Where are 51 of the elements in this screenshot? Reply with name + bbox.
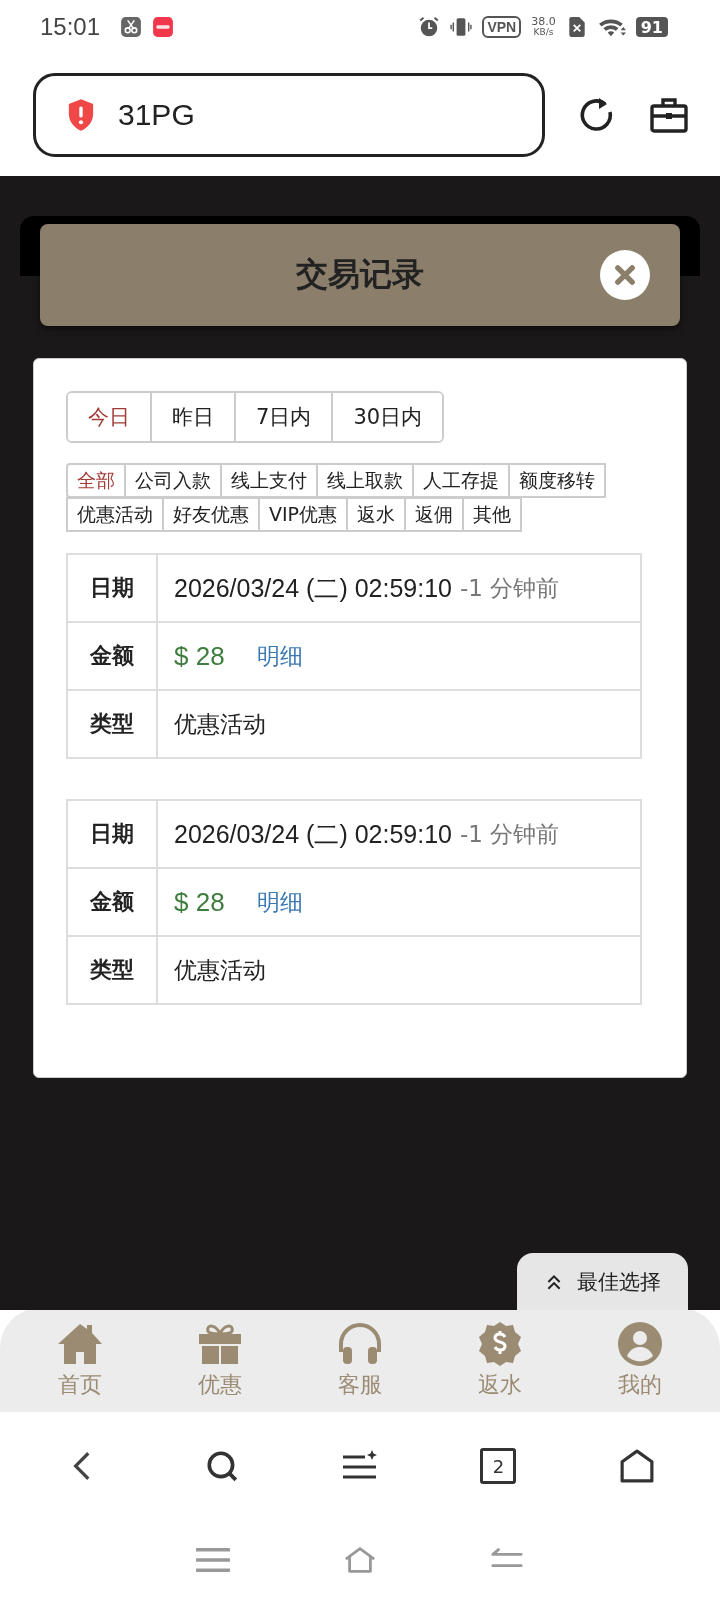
warning-shield-icon (66, 98, 96, 132)
network-speed: 38.0 (531, 17, 556, 27)
date-text: 2026/03/24 (二) 02:59:10 (174, 818, 452, 850)
speed-unit: KB/s (533, 27, 554, 37)
address-text: 31PG (118, 98, 195, 132)
date-text: 2026/03/24 (二) 02:59:10 (174, 572, 452, 604)
type-filter-tab[interactable]: 其他 (462, 497, 523, 532)
detail-link[interactable]: 明细 (256, 640, 303, 672)
amount-text: $ 28 (174, 886, 225, 918)
field-label: 日期 (68, 801, 158, 867)
address-field[interactable]: 31PG (33, 73, 545, 157)
app-icon (152, 16, 175, 38)
type-filter-tab[interactable]: 公司入款 (124, 463, 222, 498)
toolbox-icon[interactable] (649, 95, 689, 135)
type-filter-tab[interactable]: 优惠活动 (66, 497, 164, 532)
scissors-icon (120, 16, 143, 38)
close-button[interactable] (600, 250, 650, 300)
type-filter-tab[interactable]: 返水 (346, 497, 407, 532)
battery-level: 91 (640, 17, 663, 37)
field-label: 类型 (68, 937, 158, 1003)
type-filter-tab[interactable]: 好友优惠 (162, 497, 260, 532)
close-icon (613, 263, 637, 287)
detail-link[interactable]: 明细 (256, 886, 303, 918)
type-filter-tab[interactable]: 返佣 (404, 497, 465, 532)
type-filter-tab[interactable]: 额度移转 (508, 463, 606, 498)
relative-time: -1 分钟前 (460, 819, 560, 849)
field-label: 金额 (68, 869, 158, 935)
type-filter-tab[interactable]: 人工存提 (412, 463, 510, 498)
user-avatar-icon (615, 1320, 665, 1368)
tab-count-button[interactable]: 2 (480, 1448, 517, 1484)
vibrate-icon (450, 16, 473, 38)
alarm-icon (418, 16, 441, 38)
clock-time: 15:01 (40, 13, 101, 41)
date-range-tab[interactable]: 30日内 (331, 393, 443, 441)
type-text: 优惠活动 (174, 709, 266, 739)
field-label: 日期 (68, 555, 158, 621)
type-filter-tab[interactable]: 线上支付 (220, 463, 318, 498)
type-filter-tab[interactable]: VIP优惠 (258, 497, 349, 532)
wifi-icon (597, 16, 626, 38)
home-icon[interactable] (618, 1449, 655, 1483)
type-filter-tab[interactable]: 线上取款 (316, 463, 414, 498)
field-label: 类型 (68, 691, 158, 757)
type-filter-tab[interactable]: 全部 (66, 463, 126, 498)
amount-text: $ 28 (174, 640, 225, 672)
relative-time: -1 分钟前 (460, 573, 560, 603)
field-label: 金额 (68, 623, 158, 689)
vpn-badge: VPN (482, 16, 522, 38)
type-text: 优惠活动 (174, 955, 266, 985)
dialog-title: 交易记录 (296, 254, 424, 295)
menu-icon[interactable] (196, 1546, 231, 1574)
best-choice-button[interactable]: 最佳选择 (517, 1253, 688, 1310)
